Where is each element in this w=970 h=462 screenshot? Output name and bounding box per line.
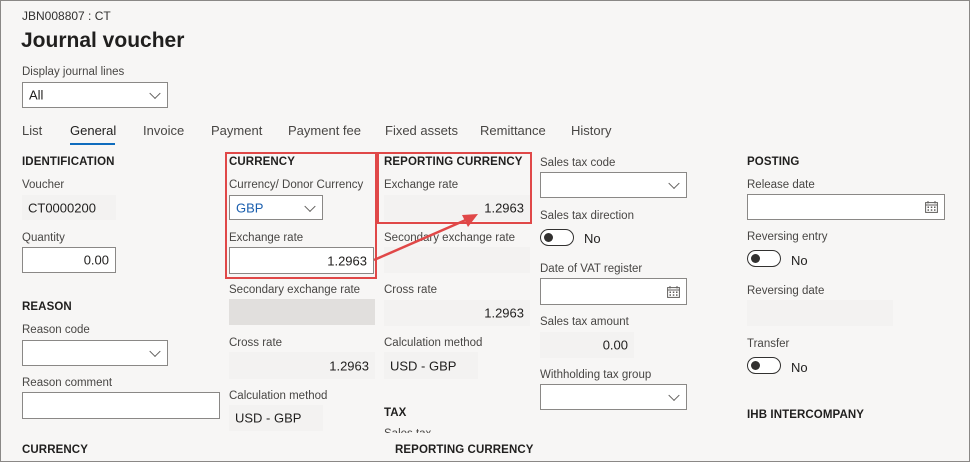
reason-code-label: Reason code <box>22 324 90 336</box>
tab-list[interactable]: List <box>22 123 42 138</box>
tab-remittance[interactable]: Remittance <box>480 123 546 138</box>
sales-tax-code-select[interactable] <box>540 172 687 198</box>
chevron-down-icon <box>149 87 161 100</box>
chevron-down-icon <box>149 345 161 358</box>
reversing-date-field <box>747 300 893 326</box>
voucher-field[interactable]: CT0000200 <box>22 195 116 220</box>
reporting-currency-bottom-heading: REPORTING CURRENCY <box>395 444 534 456</box>
reporting-cross-rate-field[interactable]: 1.2963 <box>384 300 530 326</box>
cross-rate-field[interactable]: 1.2963 <box>229 352 375 379</box>
tab-payment[interactable]: Payment <box>211 123 262 138</box>
calculation-method-field[interactable]: USD - GBP <box>229 405 323 431</box>
release-date-field[interactable] <box>747 194 945 220</box>
sales-tax-amount-value: 0.00 <box>602 337 628 353</box>
secondary-exchange-rate-field <box>229 299 375 325</box>
sales-tax-direction-value: No <box>584 231 601 246</box>
voucher-label: Voucher <box>22 179 65 191</box>
calendar-icon[interactable] <box>925 201 938 213</box>
cross-rate-value: 1.2963 <box>329 358 369 373</box>
tab-fixed-assets[interactable]: Fixed assets <box>385 123 458 138</box>
reason-heading: REASON <box>22 301 72 313</box>
reporting-calculation-method-label: Calculation method <box>384 337 483 349</box>
reversing-entry-label: Reversing entry <box>747 231 828 243</box>
reporting-calculation-method-field[interactable]: USD - GBP <box>384 352 478 379</box>
vat-register-date-field[interactable] <box>540 278 687 305</box>
display-journal-lines-label: Display journal lines <box>22 66 125 78</box>
sales-tax-amount-label: Sales tax amount <box>540 316 629 328</box>
page-title: Journal voucher <box>21 29 185 52</box>
voucher-value: CT0000200 <box>28 200 96 215</box>
calculation-method-label: Calculation method <box>229 390 328 402</box>
sales-tax-amount-field[interactable]: 0.00 <box>540 332 634 358</box>
transfer-label: Transfer <box>747 338 790 350</box>
calculation-method-value: USD - GBP <box>235 410 302 426</box>
reporting-cross-rate-value: 1.2963 <box>484 305 524 321</box>
tab-general[interactable]: General <box>70 123 116 138</box>
reporting-cross-rate-label: Cross rate <box>384 284 438 296</box>
currency-highlight-box <box>225 152 377 279</box>
identification-heading: IDENTIFICATION <box>22 156 115 168</box>
transfer-value: No <box>791 360 808 375</box>
breadcrumb: JBN008807 : CT <box>22 9 111 23</box>
toggle-knob <box>544 232 553 242</box>
tab-history[interactable]: History <box>571 123 611 138</box>
chevron-down-icon <box>668 177 680 190</box>
currency-bottom-heading: CURRENCY <box>22 444 88 456</box>
transfer-toggle[interactable] <box>747 357 781 374</box>
toggle-knob <box>751 253 760 263</box>
posting-heading: POSTING <box>747 156 800 168</box>
toggle-knob <box>751 360 760 370</box>
tax-partial-label: Sales tax <box>384 428 431 433</box>
reversing-entry-toggle[interactable] <box>747 250 781 267</box>
reversing-entry-value: No <box>791 253 808 268</box>
arrow-annotation <box>373 214 478 262</box>
withholding-tax-group-select[interactable] <box>540 384 687 410</box>
tax-heading: TAX <box>384 407 407 419</box>
reason-comment-field[interactable] <box>22 392 220 419</box>
reversing-date-label: Reversing date <box>747 285 825 297</box>
release-date-label: Release date <box>747 179 815 191</box>
sales-tax-direction-toggle[interactable] <box>540 229 574 246</box>
ihb-intercompany-heading: IHB INTERCOMPANY <box>747 409 865 421</box>
reason-code-select[interactable] <box>22 340 168 366</box>
withholding-tax-group-label: Withholding tax group <box>540 369 652 381</box>
secondary-exchange-rate-label: Secondary exchange rate <box>229 284 361 296</box>
calendar-icon[interactable] <box>667 285 680 298</box>
display-journal-lines-value: All <box>29 87 44 103</box>
sales-tax-code-label: Sales tax code <box>540 157 616 169</box>
quantity-value: 0.00 <box>83 252 109 268</box>
quantity-field[interactable]: 0.00 <box>22 247 116 273</box>
reporting-calculation-method-value: USD - GBP <box>390 358 457 373</box>
tab-payment-fee[interactable]: Payment fee <box>288 123 361 138</box>
cross-rate-label: Cross rate <box>229 337 283 349</box>
chevron-down-icon <box>668 389 680 402</box>
vat-register-date-label: Date of VAT register <box>540 263 643 275</box>
tab-invoice[interactable]: Invoice <box>143 123 184 138</box>
sales-tax-direction-label: Sales tax direction <box>540 210 634 222</box>
display-journal-lines-select[interactable]: All <box>22 82 168 108</box>
reason-comment-label: Reason comment <box>22 377 113 389</box>
quantity-label: Quantity <box>22 232 65 244</box>
active-tab-indicator <box>70 143 115 145</box>
